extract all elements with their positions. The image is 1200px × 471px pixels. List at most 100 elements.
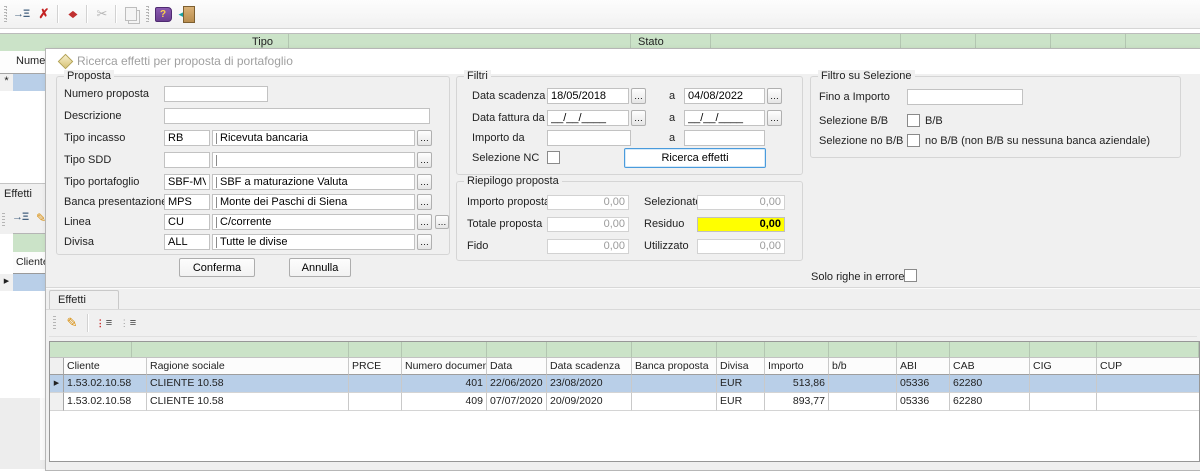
- solo-righe-checkbox[interactable]: [904, 269, 917, 282]
- tipo-sdd-desc-input[interactable]: [212, 152, 415, 168]
- cell-cliente[interactable]: 1.53.02.10.58: [64, 393, 147, 411]
- tipo-portafoglio-lookup-button[interactable]: …: [417, 174, 432, 190]
- data-scadenza-da-input[interactable]: [547, 88, 629, 104]
- copy-icon[interactable]: [120, 4, 142, 24]
- cell-cab[interactable]: 62280: [950, 393, 1030, 411]
- importo-a-input[interactable]: [684, 130, 765, 146]
- tipo-incasso-code-input[interactable]: [164, 130, 210, 146]
- divisa-lookup-button[interactable]: …: [417, 234, 432, 250]
- cell-divisa[interactable]: EUR: [717, 393, 765, 411]
- linea-code-input[interactable]: [164, 214, 210, 230]
- cell-prce[interactable]: [349, 375, 402, 393]
- tipo-sdd-lookup-button[interactable]: …: [417, 152, 432, 168]
- edit-pencil-icon[interactable]: ✎: [61, 313, 83, 333]
- effetti-row[interactable]: ▶ 1.53.02.10.58 CLIENTE 10.58 401 22/06/…: [50, 375, 1199, 393]
- divisa-code-input[interactable]: [164, 234, 210, 250]
- ricerca-effetti-button[interactable]: Ricerca effetti: [624, 148, 766, 168]
- cell-cup[interactable]: [1097, 393, 1199, 411]
- cell-cab[interactable]: 62280: [950, 375, 1030, 393]
- column-header[interactable]: Data scadenza: [547, 358, 632, 375]
- cell-bb[interactable]: [829, 393, 897, 411]
- data-scadenza-a-input[interactable]: [684, 88, 765, 104]
- column-header[interactable]: b/b: [829, 358, 897, 375]
- help-manual-icon[interactable]: ?: [152, 4, 174, 24]
- importo-da-input[interactable]: [547, 130, 631, 146]
- column-header[interactable]: PRCE: [349, 358, 402, 375]
- deselect-all-rows-icon[interactable]: ⋮≡: [117, 313, 139, 333]
- fino-a-importo-input[interactable]: [907, 89, 1023, 105]
- cell-numero-documento[interactable]: 409: [402, 393, 487, 411]
- row-marker-icon[interactable]: ▶: [50, 375, 64, 393]
- row-indicator-cell[interactable]: [50, 393, 64, 411]
- cell-cig[interactable]: [1030, 375, 1097, 393]
- column-header[interactable]: CAB: [950, 358, 1030, 375]
- tab-effetti[interactable]: Effetti: [49, 290, 119, 309]
- linea-desc-input[interactable]: [212, 214, 415, 230]
- selezione-no-bb-checkbox[interactable]: [907, 134, 920, 147]
- cell-banca-proposta[interactable]: [632, 375, 717, 393]
- background-selected-row[interactable]: [13, 274, 46, 291]
- cell-divisa[interactable]: EUR: [717, 375, 765, 393]
- cell-data[interactable]: 22/06/2020: [487, 375, 547, 393]
- tipo-portafoglio-desc-input[interactable]: [212, 174, 415, 190]
- banca-presentazione-desc-input[interactable]: [212, 194, 415, 210]
- cell-numero-documento[interactable]: 401: [402, 375, 487, 393]
- effetti-row[interactable]: 1.53.02.10.58 CLIENTE 10.58 409 07/07/20…: [50, 393, 1199, 411]
- data-scadenza-a-calendar-button[interactable]: …: [767, 88, 782, 104]
- column-header[interactable]: Importo: [765, 358, 829, 375]
- insert-effect-icon[interactable]: →Ξ: [10, 4, 32, 24]
- cell-abi[interactable]: 05336: [897, 375, 950, 393]
- column-header[interactable]: CIG: [1030, 358, 1097, 375]
- tipo-incasso-desc-input[interactable]: [212, 130, 415, 146]
- column-header[interactable]: Numero documento: [402, 358, 487, 375]
- banca-presentazione-lookup-button[interactable]: …: [417, 194, 432, 210]
- cell-data-scadenza[interactable]: 23/08/2020: [547, 375, 632, 393]
- conferma-button[interactable]: Conferma: [179, 258, 255, 277]
- linea-lookup-button[interactable]: …: [417, 214, 432, 230]
- background-selected-row[interactable]: [13, 74, 46, 92]
- toolbar-grip[interactable]: [146, 6, 149, 22]
- descrizione-input[interactable]: [164, 108, 430, 124]
- column-header[interactable]: ABI: [897, 358, 950, 375]
- toolbar-grip[interactable]: [4, 6, 7, 22]
- cell-ragione-sociale[interactable]: CLIENTE 10.58: [147, 375, 349, 393]
- cell-prce[interactable]: [349, 393, 402, 411]
- data-fattura-a-calendar-button[interactable]: …: [767, 110, 782, 126]
- column-header[interactable]: Divisa: [717, 358, 765, 375]
- tipo-incasso-lookup-button[interactable]: …: [417, 130, 432, 146]
- cell-importo[interactable]: 893,77: [765, 393, 829, 411]
- dialog-title-bar[interactable]: Ricerca effetti per proposta di portafog…: [46, 49, 1200, 74]
- cell-bb[interactable]: [829, 375, 897, 393]
- data-fattura-a-input[interactable]: [684, 110, 765, 126]
- column-header[interactable]: Banca proposta: [632, 358, 717, 375]
- tipo-sdd-code-input[interactable]: [164, 152, 210, 168]
- banca-presentazione-code-input[interactable]: [164, 194, 210, 210]
- numero-proposta-input[interactable]: [164, 86, 268, 102]
- cell-abi[interactable]: 05336: [897, 393, 950, 411]
- cut-icon[interactable]: ✂: [91, 4, 113, 24]
- insert-effect-icon[interactable]: →Ξ: [12, 211, 28, 223]
- cell-ragione-sociale[interactable]: CLIENTE 10.58: [147, 393, 349, 411]
- delete-effect-icon[interactable]: ✗: [33, 4, 55, 24]
- cell-banca-proposta[interactable]: [632, 393, 717, 411]
- column-header[interactable]: Cliente: [64, 358, 147, 375]
- data-fattura-da-input[interactable]: [547, 110, 629, 126]
- exit-icon[interactable]: ◀: [176, 4, 198, 24]
- cell-data-scadenza[interactable]: 20/09/2020: [547, 393, 632, 411]
- cell-cup[interactable]: [1097, 375, 1199, 393]
- toolbar-grip[interactable]: [53, 316, 56, 331]
- data-fattura-da-calendar-button[interactable]: …: [631, 110, 646, 126]
- cell-cig[interactable]: [1030, 393, 1097, 411]
- confirm-proposal-icon[interactable]: ◆: [62, 4, 84, 24]
- column-header[interactable]: CUP: [1097, 358, 1199, 375]
- data-scadenza-da-calendar-button[interactable]: …: [631, 88, 646, 104]
- column-header[interactable]: Data: [487, 358, 547, 375]
- annulla-button[interactable]: Annulla: [289, 258, 351, 277]
- linea-extra-lookup-button[interactable]: …: [435, 215, 449, 229]
- tipo-portafoglio-code-input[interactable]: [164, 174, 210, 190]
- cell-importo[interactable]: 513,86: [765, 375, 829, 393]
- cell-cliente[interactable]: 1.53.02.10.58: [64, 375, 147, 393]
- divisa-desc-input[interactable]: [212, 234, 415, 250]
- column-header[interactable]: Ragione sociale: [147, 358, 349, 375]
- selezione-bb-checkbox[interactable]: [907, 114, 920, 127]
